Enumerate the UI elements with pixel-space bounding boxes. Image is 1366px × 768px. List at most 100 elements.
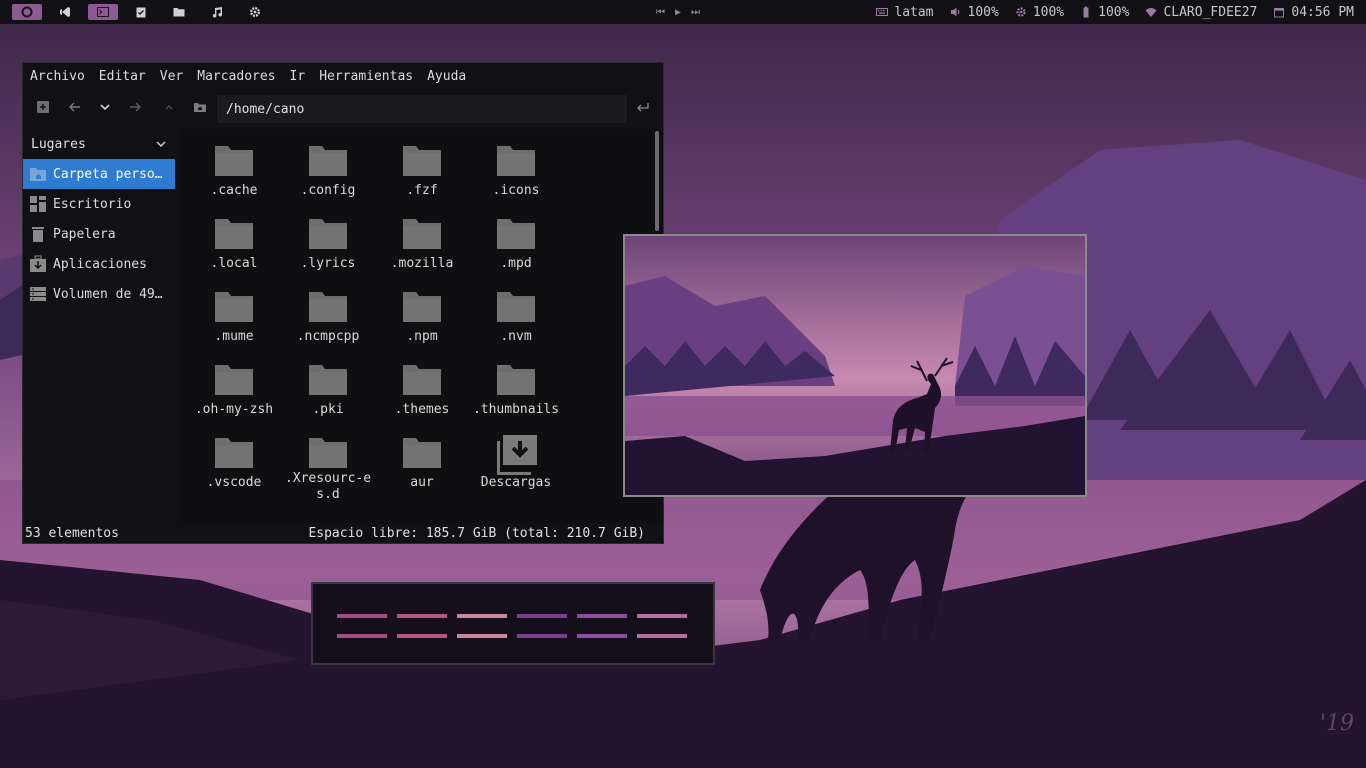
brightness-label: 100% — [1032, 4, 1065, 20]
sidebar-item-escritorio[interactable]: Escritorio — [23, 189, 175, 219]
gear-icon — [250, 7, 260, 17]
battery-icon — [1080, 6, 1092, 18]
menu-ver[interactable]: Ver — [160, 69, 183, 84]
workspace-debian-button[interactable] — [12, 4, 42, 20]
home-button[interactable] — [192, 99, 208, 115]
file-item[interactable]: .nvm — [469, 283, 563, 356]
file-item[interactable]: .pki — [281, 356, 375, 429]
file-item[interactable]: .thumbnails — [469, 356, 563, 429]
menu-herramientas[interactable]: Herramientas — [319, 69, 413, 84]
file-item[interactable]: aur — [375, 429, 469, 502]
folder-icon — [401, 216, 443, 254]
color-swatch — [637, 614, 687, 618]
folder-icon — [495, 362, 537, 400]
scrollbar-thumb[interactable] — [655, 131, 659, 231]
sidebar-item-carpeta-personal[interactable]: Carpeta personal — [23, 159, 175, 189]
menu-ir[interactable]: Ir — [290, 69, 306, 84]
file-item[interactable]: .mozilla — [375, 210, 469, 283]
workspace-tasks-button[interactable] — [126, 4, 156, 20]
desktop-icon — [29, 195, 47, 213]
go-button[interactable] — [635, 99, 651, 115]
file-item[interactable]: .oh-my-zsh — [187, 356, 281, 429]
brightness-indicator[interactable]: 100% — [1015, 5, 1064, 20]
previous-track-icon[interactable]: ⏮ — [656, 7, 665, 18]
workspace-settings-button[interactable] — [240, 4, 270, 20]
folder-icon — [173, 8, 185, 17]
menu-editar[interactable]: Editar — [99, 69, 146, 84]
folder-icon — [401, 143, 443, 181]
file-name: .ncmpcpp — [296, 329, 360, 344]
file-item[interactable]: .themes — [375, 356, 469, 429]
workspace-files-button[interactable] — [164, 4, 194, 20]
chevron-up-icon — [165, 105, 173, 110]
color-swatch — [457, 614, 507, 618]
file-item[interactable]: .Xresourc-es.d — [281, 429, 375, 502]
back-button[interactable] — [67, 99, 83, 115]
file-item[interactable]: .fzf — [375, 137, 469, 210]
file-name: .npm — [406, 329, 438, 344]
location-path: /home/cano — [226, 101, 305, 117]
file-item[interactable]: .mume — [187, 283, 281, 356]
image-viewer-window[interactable] — [623, 234, 1087, 497]
menu-marcadores[interactable]: Marcadores — [197, 69, 275, 84]
sidebar-item-volumen[interactable]: Volumen de 49 GB — [23, 279, 175, 309]
folder-icon — [495, 216, 537, 254]
keyboard-layout[interactable]: latam — [876, 4, 934, 20]
places-header[interactable]: Lugares — [23, 129, 175, 159]
location-bar[interactable]: /home/cano — [217, 95, 627, 123]
play-icon[interactable]: ▶ — [675, 7, 681, 18]
file-name: .nvm — [500, 329, 532, 344]
file-name: .mpd — [500, 256, 532, 271]
file-item[interactable]: .mpd — [469, 210, 563, 283]
file-item[interactable]: .local — [187, 210, 281, 283]
folder-icon — [307, 289, 349, 327]
workspace-music-button[interactable] — [202, 4, 232, 20]
file-item[interactable]: Descargas — [469, 429, 563, 502]
volume-label: 100% — [967, 4, 999, 20]
color-swatch — [337, 634, 387, 638]
file-name: .themes — [394, 402, 450, 417]
file-name: .cache — [210, 183, 258, 198]
home-folder-icon — [194, 103, 206, 112]
file-item[interactable]: .icons — [469, 137, 563, 210]
drive-icon — [29, 285, 47, 303]
menu-bar: Archivo Editar Ver Marcadores Ir Herrami… — [23, 63, 663, 89]
workspace-vscode-button[interactable] — [50, 4, 80, 20]
volume-indicator[interactable]: 100% — [950, 5, 999, 20]
svg-text:'19: '19 — [1320, 711, 1354, 736]
keyboard-layout-label: latam — [894, 4, 934, 20]
forward-button[interactable] — [127, 99, 143, 115]
file-item[interactable]: .cache — [187, 137, 281, 210]
wifi-indicator[interactable]: CLARO_FDEE27 — [1145, 5, 1257, 20]
toolbar: /home/cano — [23, 89, 663, 127]
battery-label: 100% — [1098, 4, 1130, 20]
history-dropdown-button[interactable] — [97, 99, 113, 115]
file-item[interactable]: .lyrics — [281, 210, 375, 283]
battery-indicator[interactable]: 100% — [1080, 5, 1129, 20]
sidebar-item-aplicaciones[interactable]: Aplicaciones — [23, 249, 175, 279]
file-item[interactable]: .ncmpcpp — [281, 283, 375, 356]
next-track-icon[interactable]: ⏭ — [691, 7, 700, 18]
color-swatch — [397, 634, 447, 638]
file-name: .thumbnails — [472, 402, 560, 417]
menu-archivo[interactable]: Archivo — [30, 69, 85, 84]
debian-swirl-icon — [21, 6, 33, 18]
folder-icon — [495, 289, 537, 327]
sidebar-item-label: Papelera — [53, 226, 116, 242]
color-swatch — [637, 634, 687, 638]
status-area: latam 100% 100% 100% CLARO_FDEE27 04:56 … — [876, 0, 1354, 24]
sidebar-item-papelera[interactable]: Papelera — [23, 219, 175, 249]
parent-folder-button[interactable] — [161, 99, 177, 115]
file-item[interactable]: .config — [281, 137, 375, 210]
file-item[interactable]: .vscode — [187, 429, 281, 502]
clock[interactable]: 04:56 PM — [1273, 5, 1354, 20]
file-name: .config — [300, 183, 356, 198]
sidebar-item-label: Escritorio — [53, 196, 132, 212]
menu-ayuda[interactable]: Ayuda — [427, 69, 466, 84]
color-swatch — [517, 634, 567, 638]
folder-icon — [213, 362, 255, 400]
new-tab-button[interactable] — [35, 99, 51, 115]
file-item[interactable]: .npm — [375, 283, 469, 356]
folder-icon — [307, 216, 349, 254]
workspace-terminal-button[interactable] — [88, 4, 118, 20]
